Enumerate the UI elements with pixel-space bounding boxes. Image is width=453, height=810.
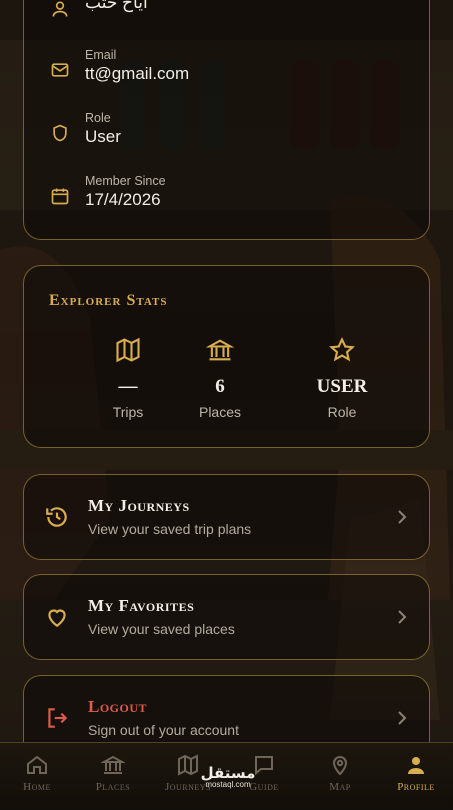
member-since-label: Member Since xyxy=(85,174,166,188)
chevron-right-icon xyxy=(398,711,407,725)
nav-profile-label: Profile xyxy=(397,781,435,793)
museum-icon xyxy=(206,339,234,361)
account-info-card: اياح حتب Email tt@gmail.com Role User Me… xyxy=(23,0,430,240)
stat-trips-label: Trips xyxy=(112,404,144,420)
logout-subtitle: Sign out of your account xyxy=(88,722,239,738)
shield-icon xyxy=(53,124,67,142)
stat-places: 6 Places xyxy=(170,336,270,420)
nav-places-label: Places xyxy=(95,781,131,793)
name-row: اياح حتب xyxy=(24,0,429,39)
explorer-stats-card: Explorer Stats — Trips 6 Places USER Rol… xyxy=(23,265,430,448)
heart-icon xyxy=(48,609,66,627)
stat-places-label: Places xyxy=(198,404,242,420)
map-icon xyxy=(116,337,140,363)
nav-places[interactable]: Places xyxy=(75,753,151,793)
name-value: اياح حتب xyxy=(85,0,148,12)
role-label: Role xyxy=(85,111,111,125)
pin-icon xyxy=(332,756,348,776)
nav-home[interactable]: Home xyxy=(0,753,75,793)
profile-content[interactable]: اياح حتب Email tt@gmail.com Role User Me… xyxy=(0,0,453,742)
email-value: tt@gmail.com xyxy=(85,64,190,83)
role-value: User xyxy=(85,127,121,146)
my-journeys-button[interactable]: My Journeys View your saved trip plans xyxy=(23,474,430,560)
email-row: Email tt@gmail.com xyxy=(24,48,429,98)
mail-icon xyxy=(51,63,69,77)
museum-icon xyxy=(101,755,125,774)
email-label: Email xyxy=(85,48,117,62)
watermark-sub: mostaql.com xyxy=(205,780,251,789)
stat-role: USER Role xyxy=(292,336,392,420)
nav-home-label: Home xyxy=(23,781,51,793)
nav-map-label: Map xyxy=(329,781,351,793)
stat-trips-value: — xyxy=(118,376,138,397)
star-icon xyxy=(329,337,355,362)
stat-role-label: Role xyxy=(327,404,357,420)
history-icon xyxy=(46,507,67,527)
my-favorites-button[interactable]: My Favorites View your saved places xyxy=(23,574,430,660)
stat-places-value: 6 xyxy=(215,376,225,397)
mostaql-watermark: مستقل mostaql.com xyxy=(198,764,258,789)
nav-map[interactable]: Map xyxy=(302,753,378,793)
chevron-right-icon xyxy=(398,510,407,524)
my-journeys-subtitle: View your saved trip plans xyxy=(88,521,252,537)
home-icon xyxy=(27,755,47,774)
logout-button[interactable]: Logout Sign out of your account xyxy=(23,675,430,742)
stat-role-value: USER xyxy=(316,376,368,397)
map-icon xyxy=(178,754,198,776)
nav-profile[interactable]: Profile xyxy=(378,753,453,793)
chevron-right-icon xyxy=(398,610,407,624)
my-journeys-title: My Journeys xyxy=(88,496,190,515)
member-since-row: Member Since 17/4/2026 xyxy=(24,174,429,224)
person-icon xyxy=(408,757,424,774)
member-since-value: 17/4/2026 xyxy=(85,190,161,209)
my-favorites-title: My Favorites xyxy=(88,596,195,615)
stats-title: Explorer Stats xyxy=(49,292,168,309)
my-favorites-subtitle: View your saved places xyxy=(88,621,235,637)
logout-title: Logout xyxy=(88,697,148,716)
calendar-icon xyxy=(51,188,69,205)
stat-trips: — Trips xyxy=(78,336,178,420)
person-icon xyxy=(52,1,68,17)
logout-icon xyxy=(48,708,68,728)
role-row: Role User xyxy=(24,111,429,161)
